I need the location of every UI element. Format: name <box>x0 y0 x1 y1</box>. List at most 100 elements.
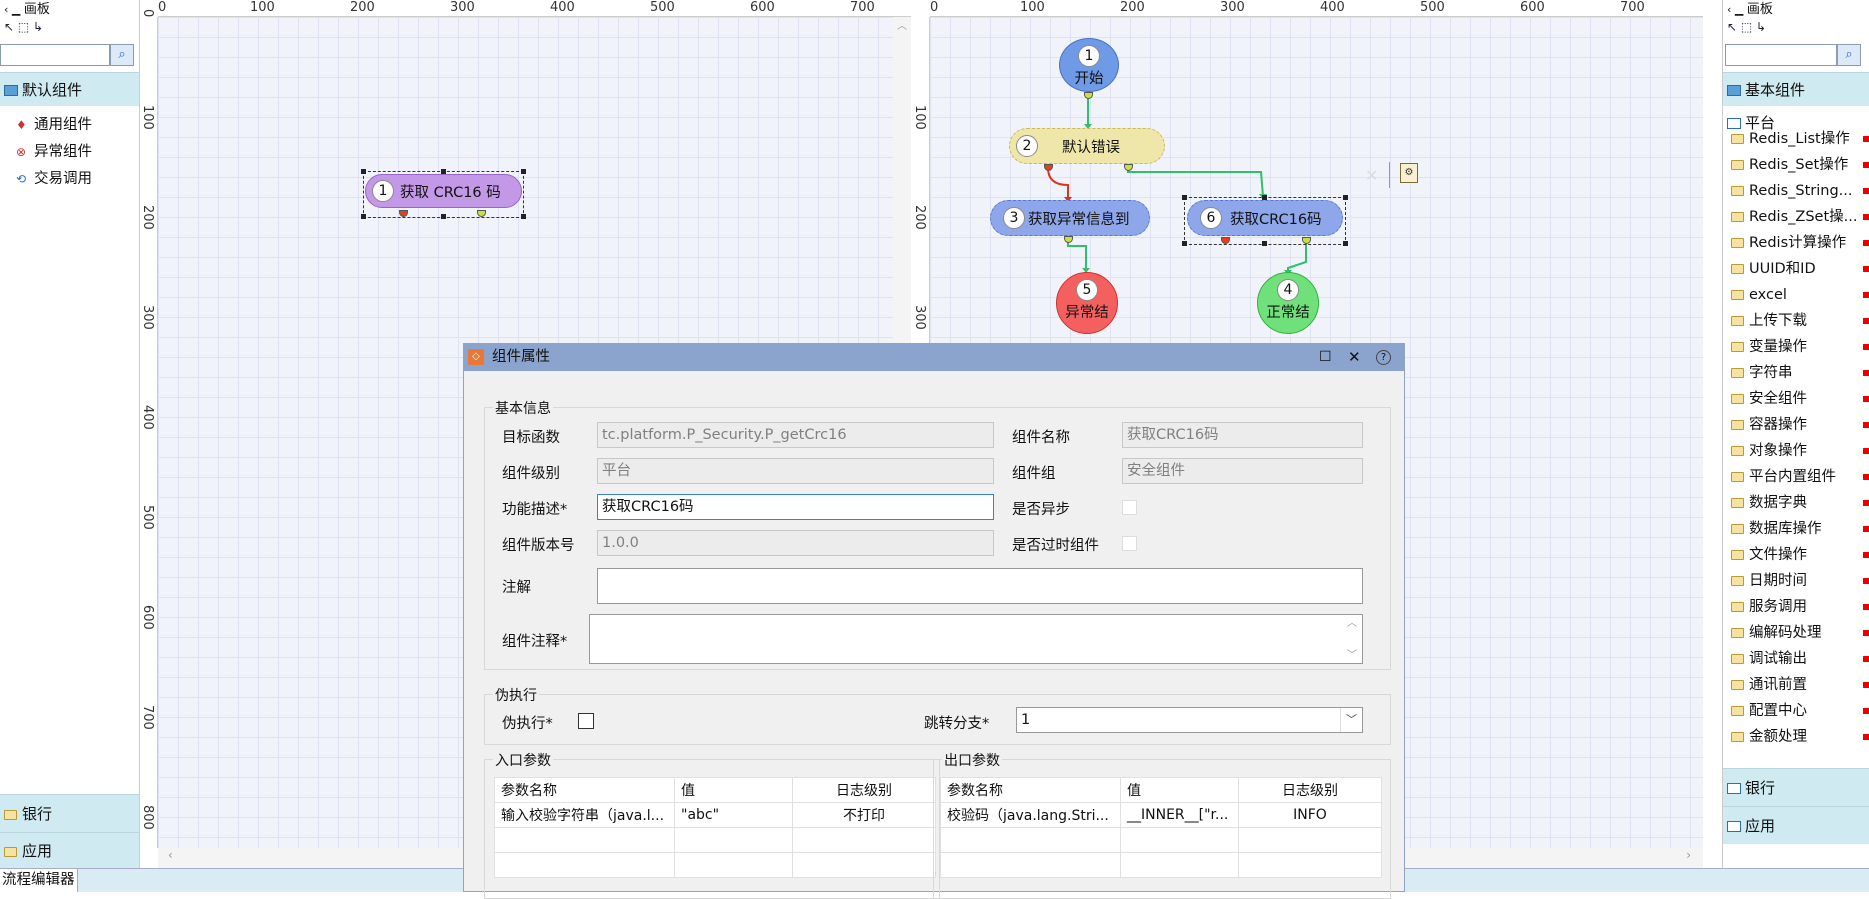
palette-header: ‹ ▁ 画板 <box>0 0 139 20</box>
palette-item[interactable]: 编解码处理 <box>1723 620 1869 646</box>
deprecated-checkbox[interactable] <box>1122 536 1137 551</box>
palette-item[interactable]: 对象操作 <box>1723 438 1869 464</box>
search-icon[interactable]: ⌕ <box>1837 44 1861 66</box>
palette-item[interactable]: 数据库操作 <box>1723 516 1869 542</box>
flow-node-normal-end[interactable]: 4 正常结 <box>1257 272 1319 334</box>
selection-handle[interactable] <box>1343 241 1348 246</box>
close-icon[interactable]: ✕ <box>1348 344 1361 371</box>
tree-item-transaction[interactable]: ⟲ 交易调用 <box>0 166 139 193</box>
table-row[interactable]: 输入校验字符串（java.l... "abc" 不打印 <box>494 802 936 828</box>
note-field[interactable] <box>597 568 1363 604</box>
selection-handle[interactable] <box>361 214 366 219</box>
dialog-titlebar[interactable]: ◇ 组件属性 ☐ ✕ ? <box>464 344 1404 371</box>
palette-item[interactable]: 数据字典 <box>1723 490 1869 516</box>
collapse-icon[interactable]: ‹ ▁ <box>1727 3 1747 16</box>
tab-flow-editor[interactable]: 流程编辑器 <box>0 869 78 892</box>
selection-handle[interactable] <box>1182 241 1187 246</box>
properties-icon[interactable]: ⚙ <box>1400 163 1418 183</box>
tree-item-error[interactable]: ⊗ 异常组件 <box>0 139 139 166</box>
folder-icon <box>1731 446 1744 456</box>
selection-handle[interactable] <box>521 169 526 174</box>
palette-header: ‹ ▁ 画板 <box>1723 0 1869 20</box>
search-input[interactable] <box>1725 44 1837 66</box>
target-func-field[interactable]: tc.platform.P_Security.P_getCrc16 <box>597 422 994 448</box>
selection-handle[interactable] <box>1262 241 1267 246</box>
band-app[interactable]: 应用 <box>1723 806 1869 844</box>
palette-item[interactable]: 金额处理 <box>1723 724 1869 748</box>
selection-handle[interactable] <box>1343 195 1348 200</box>
palette-item[interactable]: 日期时间 <box>1723 568 1869 594</box>
category-default-components[interactable]: 默认组件 <box>0 72 139 106</box>
folder-icon <box>1731 290 1744 300</box>
search-icon[interactable]: ⌕ <box>110 44 134 66</box>
scroll-up-icon[interactable]: ︿ <box>1347 614 1357 629</box>
flow-node-get-error-info[interactable]: 3 获取异常信息到 <box>990 200 1150 236</box>
flow-node-get-crc16[interactable]: 1 获取 CRC16 码 <box>365 174 522 208</box>
palette-item[interactable]: 变量操作 <box>1723 334 1869 360</box>
flow-node-start[interactable]: 1 开始 <box>1059 38 1119 92</box>
palette-item[interactable]: 服务调用 <box>1723 594 1869 620</box>
palette-item[interactable]: excel <box>1723 282 1869 308</box>
selection-handle[interactable] <box>521 214 526 219</box>
selection-handle[interactable] <box>441 214 446 219</box>
palette-item[interactable]: Redis_ZSet操... <box>1723 204 1869 230</box>
palette-item[interactable]: 调试输出 <box>1723 646 1869 672</box>
tree-item-general[interactable]: ♦ 通用组件 <box>0 112 139 139</box>
band-bank[interactable]: 银行 <box>1723 768 1869 806</box>
palette-item[interactable]: 安全组件 <box>1723 386 1869 412</box>
selection-handle[interactable] <box>1182 195 1187 200</box>
desc-field[interactable]: 获取CRC16码 <box>597 494 994 520</box>
async-checkbox[interactable] <box>1122 500 1137 515</box>
folder-icon <box>1731 628 1744 638</box>
palette-item[interactable]: Redis_Set操作 <box>1723 152 1869 178</box>
scroll-down-icon[interactable]: ﹀ <box>1347 646 1357 661</box>
palette-item[interactable]: Redis_String... <box>1723 178 1869 204</box>
ruler-horizontal: 0 100 200 300 400 500 600 700 <box>158 0 911 17</box>
comment-textarea[interactable] <box>589 614 1363 664</box>
palette-item[interactable]: 容器操作 <box>1723 412 1869 438</box>
comp-name-field[interactable]: 获取CRC16码 <box>1122 422 1363 448</box>
list-icon <box>1727 821 1741 832</box>
close-icon[interactable]: ✕ <box>1365 166 1378 185</box>
search-input[interactable] <box>0 44 110 66</box>
palette-item[interactable]: 文件操作 <box>1723 542 1869 568</box>
group-label: 组件组 <box>1012 466 1056 482</box>
palette-item[interactable]: Redis计算操作 <box>1723 230 1869 256</box>
folder-icon <box>1731 186 1744 196</box>
folder-icon <box>1731 264 1744 274</box>
folder-icon <box>1731 238 1744 248</box>
version-field[interactable]: 1.0.0 <box>597 530 994 556</box>
pseudo-checkbox[interactable] <box>578 713 594 729</box>
palette-tools[interactable]: ↖ ⬚ ↳ <box>0 20 139 42</box>
table-row[interactable]: 校验码（java.lang.Stri... __INNER__["r... IN… <box>940 802 1382 828</box>
group-field[interactable]: 安全组件 <box>1122 458 1363 484</box>
maximize-icon[interactable]: ☐ <box>1319 344 1332 371</box>
category-basic-components[interactable]: 基本组件 <box>1723 72 1869 106</box>
help-icon[interactable]: ? <box>1376 350 1391 365</box>
palette-item[interactable]: Redis_List操作 <box>1723 126 1869 152</box>
chevron-down-icon[interactable]: ﹀ <box>1340 708 1362 732</box>
palette-item[interactable]: 通讯前置 <box>1723 672 1869 698</box>
band-app[interactable]: 应用 <box>0 832 139 868</box>
collapse-icon[interactable]: ‹ ▁ <box>4 3 24 16</box>
palette-item[interactable]: 配置中心 <box>1723 698 1869 724</box>
band-bank[interactable]: 银行 <box>0 794 139 832</box>
search-row: ⌕ <box>1723 42 1869 68</box>
flow-node-error-end[interactable]: 5 异常结 <box>1056 272 1118 334</box>
palette-item[interactable]: 字符串 <box>1723 360 1869 386</box>
table-row <box>940 852 1382 878</box>
palette-item[interactable]: 上传下载 <box>1723 308 1869 334</box>
palette-tools[interactable]: ↖ ⬚ ↳ <box>1723 20 1869 42</box>
flow-node-default-error[interactable]: 2 默认错误 <box>1009 128 1165 164</box>
status-marker <box>1863 734 1869 740</box>
status-marker <box>1863 422 1869 428</box>
selection-handle[interactable] <box>361 169 366 174</box>
jump-select[interactable]: 1 ﹀ <box>1016 707 1363 733</box>
flow-node-get-crc16[interactable]: 6 获取CRC16码 <box>1187 200 1343 236</box>
level-field[interactable]: 平台 <box>597 458 994 484</box>
ruler-vertical: 0 100 200 300 400 500 600 700 800 <box>140 9 158 848</box>
list-icon <box>1727 783 1741 794</box>
palette-item[interactable]: 平台内置组件 <box>1723 464 1869 490</box>
palette-item[interactable]: UUID和ID <box>1723 256 1869 282</box>
folder-icon <box>4 810 17 820</box>
